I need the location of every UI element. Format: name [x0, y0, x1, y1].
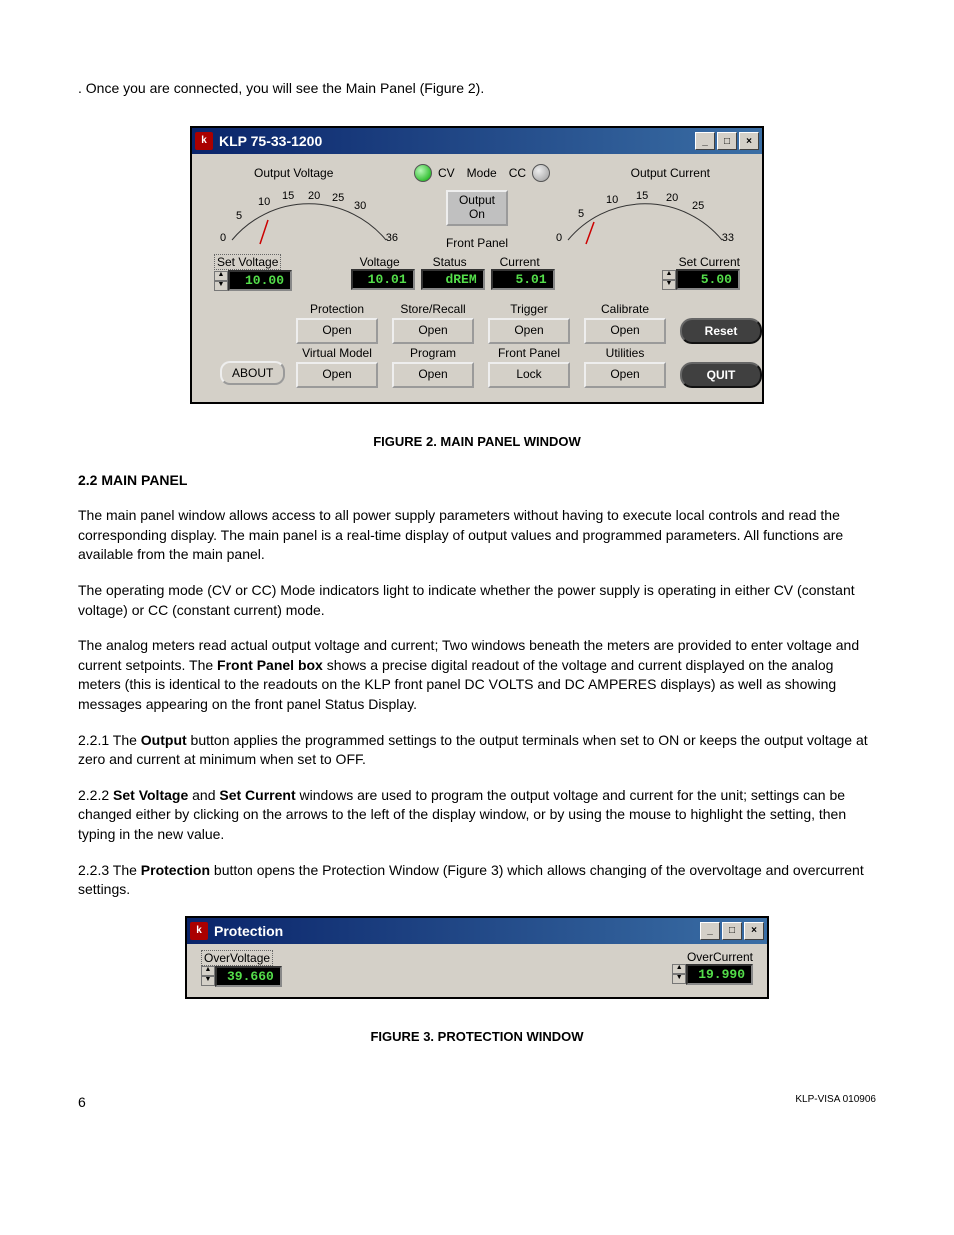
output-current-label: Output Current [631, 166, 710, 180]
minimize-button[interactable]: _ [700, 922, 720, 940]
fp-status-readout: dREM [421, 269, 485, 290]
para-223: 2.2.3 The Protection button opens the Pr… [78, 861, 876, 900]
title-bar: k KLP 75-33-1200 _ □ × [192, 128, 762, 154]
program-button[interactable]: Open [392, 362, 474, 388]
overvoltage-spinner[interactable]: ▲▼ [201, 966, 213, 986]
protection-button[interactable]: Open [296, 318, 378, 344]
reset-button[interactable]: Reset [680, 318, 762, 344]
close-button[interactable]: × [739, 132, 759, 150]
minimize-button[interactable]: _ [695, 132, 715, 150]
figure2-caption: FIGURE 2. MAIN PANEL WINDOW [78, 434, 876, 449]
close-button[interactable]: × [744, 922, 764, 940]
voltage-meter: 0 5 10 15 20 25 30 36 [214, 190, 404, 248]
utilities-label: Utilities [580, 346, 670, 360]
virtual-model-button[interactable]: Open [296, 362, 378, 388]
maximize-button[interactable]: □ [722, 922, 742, 940]
set-voltage-input[interactable]: 10.00 [228, 270, 292, 291]
maximize-button[interactable]: □ [717, 132, 737, 150]
footer-doc-id: KLP-VISA 010906 [795, 1094, 876, 1110]
para-2: The operating mode (CV or CC) Mode indic… [78, 581, 876, 620]
cc-led-icon [532, 164, 550, 182]
current-meter: 0 5 10 15 20 25 33 [550, 190, 740, 248]
set-current-spinner[interactable]: ▲▼ [662, 270, 674, 290]
figure3-caption: FIGURE 3. PROTECTION WINDOW [78, 1029, 876, 1044]
store-recall-label: Store/Recall [388, 302, 478, 316]
overvoltage-label: OverVoltage [201, 950, 273, 966]
para-221: 2.2.1 The Output button applies the prog… [78, 731, 876, 770]
mode-label: Mode [467, 166, 497, 180]
trigger-button[interactable]: Open [488, 318, 570, 344]
overcurrent-label: OverCurrent [687, 950, 753, 964]
calibrate-label: Calibrate [580, 302, 670, 316]
app-icon: k [195, 132, 213, 150]
intro-text: . Once you are connected, you will see t… [78, 80, 876, 96]
cc-label: CC [509, 166, 526, 180]
trigger-label: Trigger [484, 302, 574, 316]
section-22-num: 2.2 [78, 472, 97, 488]
set-voltage-label: Set Voltage [214, 254, 281, 270]
about-button[interactable]: ABOUT [220, 361, 285, 385]
para-222: 2.2.2 Set Voltage and Set Current window… [78, 786, 876, 845]
fp-voltage-readout: 10.01 [351, 269, 415, 290]
overcurrent-input[interactable]: 19.990 [686, 964, 753, 985]
store-recall-button[interactable]: Open [392, 318, 474, 344]
protection-title-bar: k Protection _ □ × [187, 918, 767, 944]
main-panel-window: k KLP 75-33-1200 _ □ × Output Voltage CV… [190, 126, 764, 404]
set-current-input[interactable]: 5.00 [676, 269, 740, 290]
utilities-button[interactable]: Open [584, 362, 666, 388]
overvoltage-input[interactable]: 39.660 [215, 966, 282, 987]
window-title: KLP 75-33-1200 [219, 133, 693, 149]
protection-window: k Protection _ □ × OverVoltage ▲▼ 39.660… [185, 916, 769, 999]
protection-label: Protection [292, 302, 382, 316]
para-1: The main panel window allows access to a… [78, 506, 876, 565]
front-panel-col-label: Front Panel [484, 346, 574, 360]
quit-button[interactable]: QUIT [680, 362, 762, 388]
virtual-model-label: Virtual Model [292, 346, 382, 360]
program-label: Program [388, 346, 478, 360]
app-icon: k [190, 922, 208, 940]
protection-window-title: Protection [214, 923, 698, 939]
cv-led-icon [414, 164, 432, 182]
output-toggle-button[interactable]: Output On [446, 190, 508, 226]
front-panel-label: Front Panel [446, 236, 508, 250]
overcurrent-spinner[interactable]: ▲▼ [672, 964, 684, 984]
fp-current-readout: 5.01 [491, 269, 555, 290]
calibrate-button[interactable]: Open [584, 318, 666, 344]
fp-status-label: Status [421, 255, 479, 269]
set-current-label: Set Current [679, 255, 740, 269]
section-22-title: MAIN PANEL [101, 472, 187, 488]
page-number: 6 [78, 1094, 86, 1110]
fp-current-label: Current [491, 255, 549, 269]
front-panel-lock-button[interactable]: Lock [488, 362, 570, 388]
output-voltage-label: Output Voltage [254, 166, 333, 180]
fp-voltage-label: Voltage [351, 255, 409, 269]
set-voltage-spinner[interactable]: ▲▼ [214, 271, 226, 291]
para-3: The analog meters read actual output vol… [78, 636, 876, 714]
cv-label: CV [438, 166, 455, 180]
